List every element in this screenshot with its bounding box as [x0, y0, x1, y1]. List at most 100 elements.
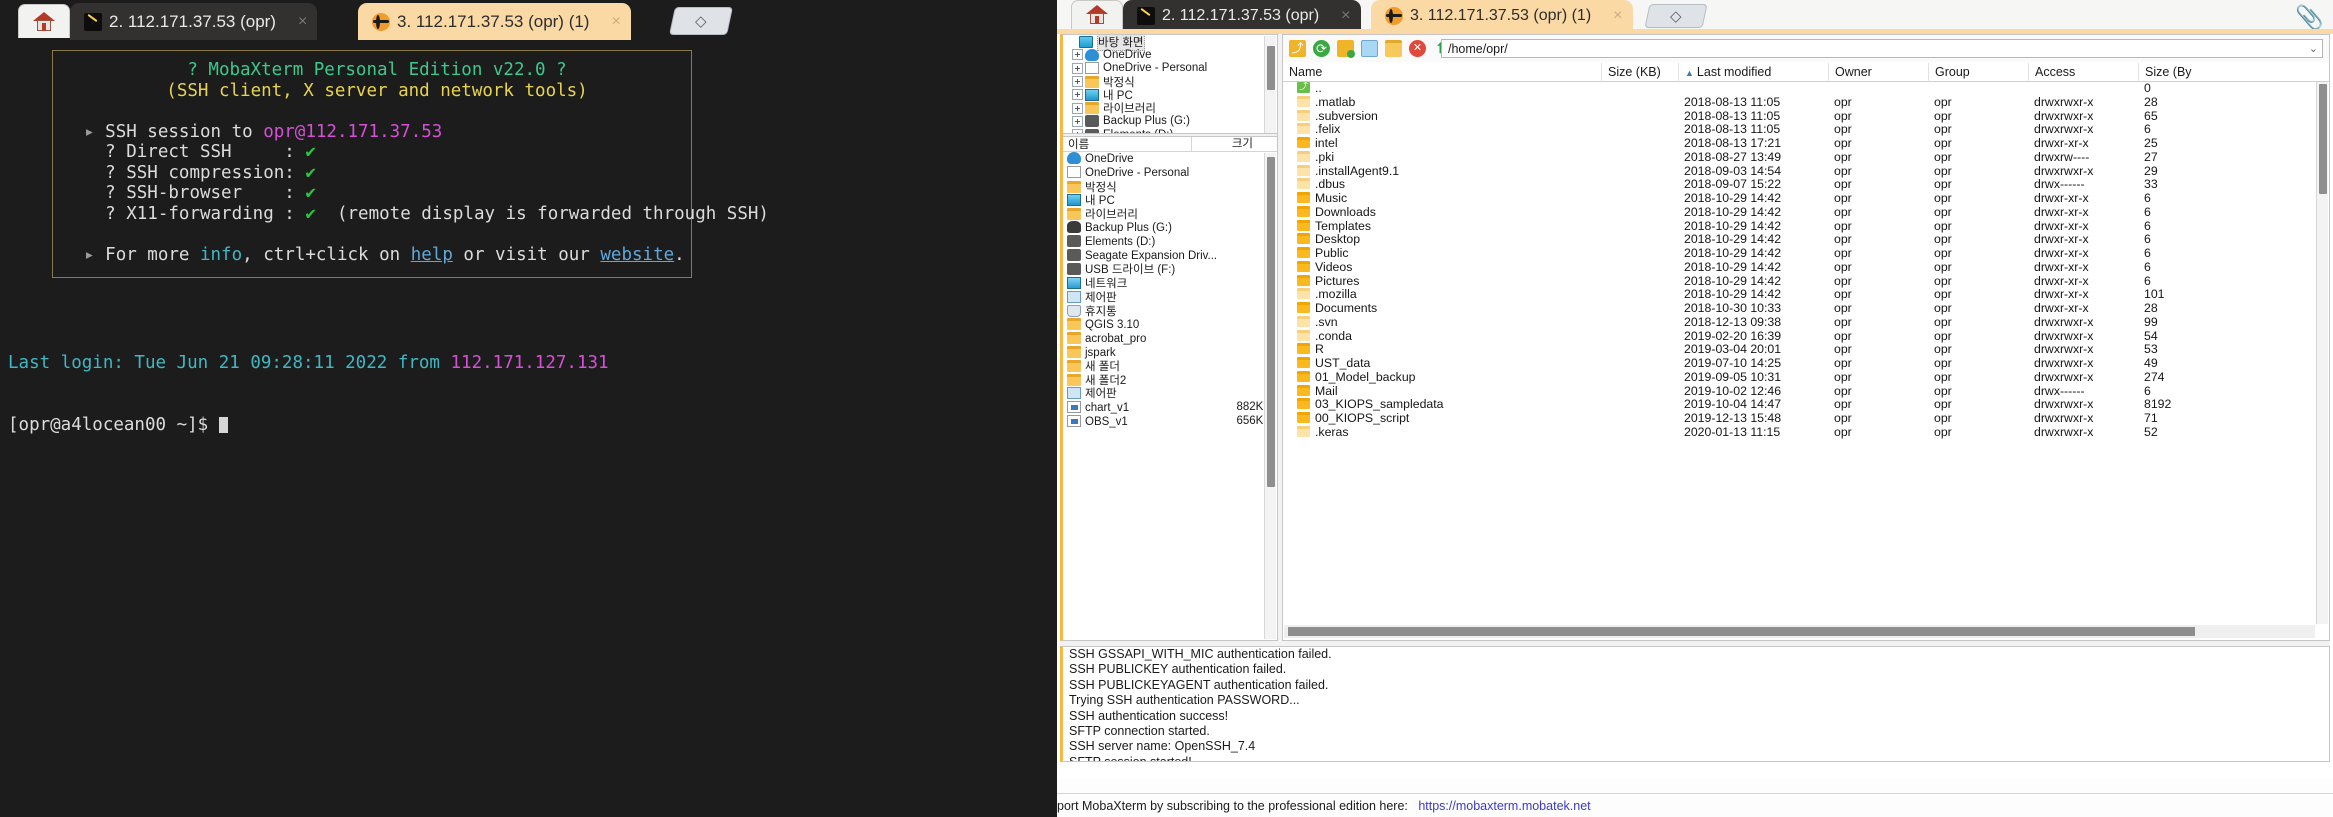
expand-icon[interactable] [1072, 115, 1083, 127]
column-header-access[interactable]: Access [2028, 63, 2138, 82]
chevron-down-icon[interactable]: ⌄ [2309, 40, 2318, 58]
table-row[interactable]: Downloads 2018-10-29 14:42 opr opr drwxr-xr-… [1283, 204, 2329, 220]
tab-session-2[interactable]: 2. 112.171.37.53 (opr) × [1123, 0, 1361, 32]
cell-group: opr [1934, 328, 1952, 343]
tree-item[interactable]: 박정식 [1063, 75, 1277, 89]
table-row[interactable]: UST_data 2019-07-10 14:25 opr opr drwxrwxr-x… [1283, 356, 2329, 371]
tree-item[interactable]: OneDrive [1063, 48, 1277, 61]
paperclip-icon[interactable]: 📎 [2295, 4, 2324, 30]
list-item[interactable]: 제어판 [1063, 387, 1277, 400]
local-list-scrollbar[interactable] [1264, 153, 1276, 639]
new-folder-icon[interactable] [1337, 40, 1355, 58]
home-tab[interactable] [18, 4, 70, 38]
table-row[interactable]: R 2019-03-04 20:01 opr opr drwxrwxr-x 53 [1283, 342, 2329, 357]
expand-icon[interactable] [1072, 49, 1083, 61]
table-row[interactable]: .. 0 [1283, 82, 2329, 96]
table-row[interactable]: Public 2018-10-29 14:42 opr opr drwxr-xr-x 6 [1283, 246, 2329, 261]
table-row[interactable]: .pki 2018-08-27 13:49 opr opr drwxrw---- 27 [1283, 150, 2329, 165]
open-folder-icon[interactable] [1385, 40, 1402, 57]
table-row[interactable]: .dbus 2018-09-07 15:22 opr opr drwx------ 33 [1283, 177, 2329, 192]
table-row[interactable]: Documents 2018-10-30 10:33 opr opr drwxr-xr-… [1283, 301, 2329, 316]
table-row[interactable]: 01_Model_backup 2019-09-05 10:31 opr opr drw… [1283, 370, 2329, 385]
column-header-name[interactable]: Name [1283, 63, 1601, 82]
new-file-icon[interactable] [1361, 40, 1378, 57]
delete-icon[interactable] [1409, 40, 1426, 57]
tab-close-icon[interactable]: × [1341, 7, 1350, 25]
tab-session-2[interactable]: 2. 112.171.37.53 (opr) × [70, 3, 318, 40]
list-item[interactable]: Elements (D:) [1063, 235, 1277, 249]
remote-list-scrollbar[interactable] [2316, 82, 2328, 624]
refresh-icon[interactable] [1313, 40, 1330, 57]
expand-icon[interactable] [1072, 76, 1083, 88]
tree-item[interactable]: Backup Plus (G:) [1063, 115, 1277, 128]
home-tab[interactable] [1071, 0, 1123, 29]
new-tab-button[interactable]: ◇ [669, 7, 733, 35]
cell-group: opr [1934, 177, 1952, 192]
table-row[interactable]: 00_KIOPS_script 2019-12-13 15:48 opr opr drw… [1283, 411, 2329, 426]
column-header-size_kb[interactable]: Size (KB) [1601, 63, 1678, 82]
table-row[interactable]: .felix 2018-08-13 11:05 opr opr drwxrwxr-x 6 [1283, 122, 2329, 137]
local-folder-tree[interactable]: 바탕 화면 OneDrive OneDrive - Personal 박정식 내 PC 라… [1063, 35, 1277, 133]
table-row[interactable]: Videos 2018-10-29 14:42 opr opr drwxr-xr-x 6 [1283, 260, 2329, 275]
table-row[interactable]: .keras 2020-01-13 11:15 opr opr drwxrwxr-x 52 [1283, 425, 2329, 440]
table-row[interactable]: .mozilla 2018-10-29 14:42 opr opr drwxr-xr-x… [1283, 287, 2329, 302]
table-row[interactable]: Mail 2019-10-02 12:46 opr opr drwx------ 6 [1283, 384, 2329, 399]
column-header-name[interactable]: 이름 [1063, 136, 1191, 152]
tab-close-icon[interactable]: × [298, 13, 307, 31]
mobaxterm-link[interactable]: https://mobaxterm.mobatek.net [1418, 799, 1590, 813]
table-row[interactable]: Desktop 2018-10-29 14:42 opr opr drwxr-xr-x 6 [1283, 232, 2329, 247]
path-input[interactable]: /home/opr/ ⌄ [1441, 39, 2323, 58]
table-row[interactable]: .svn 2018-12-13 09:38 opr opr drwxrwxr-x 99 [1283, 315, 2329, 330]
tree-item[interactable]: 바탕 화면 [1063, 35, 1277, 51]
tab-session-3[interactable]: 3. 112.171.37.53 (opr) (1) × [1371, 0, 1633, 32]
local-file-list[interactable]: OneDrive OneDrive - Personal 박정식 내 PC 라이브러리 B… [1063, 152, 1277, 640]
log-line: SFTP connection started. [1069, 724, 1210, 739]
list-item[interactable]: chart_v1 882KB [1063, 400, 1277, 414]
list-item[interactable]: acrobat_pro [1063, 331, 1277, 345]
list-item[interactable]: 라이브러리 [1063, 207, 1277, 221]
column-header-size_bytes[interactable]: Size (By [2138, 63, 2233, 82]
new-tab-button[interactable]: ◇ [1644, 4, 1708, 28]
session-prefix: SSH session to [105, 121, 264, 142]
tab-close-icon[interactable]: × [1613, 7, 1622, 25]
table-row[interactable]: intel 2018-08-13 17:21 opr opr drwxr-xr-x 25 [1283, 136, 2329, 151]
terminal-prompt-area[interactable]: Last login: Tue Jun 21 09:28:11 2022 fro… [8, 312, 609, 476]
column-header-group[interactable]: Group [1928, 63, 2028, 82]
column-header-modified[interactable]: ▲ Last modified [1678, 63, 1828, 82]
table-row[interactable]: 03_KIOPS_sampledata 2019-10-04 14:47 opr op… [1283, 397, 2329, 412]
list-item[interactable]: 휴지통 [1063, 304, 1277, 318]
table-row[interactable]: .conda 2019-02-20 16:39 opr opr drwxrwxr-x 54 [1283, 328, 2329, 344]
local-tree-scrollbar[interactable] [1264, 36, 1276, 133]
tree-item[interactable]: OneDrive - Personal [1063, 62, 1277, 75]
expand-icon[interactable] [1072, 89, 1083, 101]
list-item[interactable]: Backup Plus (G:) [1063, 221, 1277, 235]
remote-file-list[interactable]: ..0.matlab2018-08-13 11:05oproprdrwxrwxr… [1283, 82, 2329, 618]
table-row[interactable]: .installAgent9.1 2018-09-03 14:54 opr opr dr… [1283, 164, 2329, 179]
tab-session-3[interactable]: 3. 112.171.37.53 (opr) (1) × [358, 3, 631, 40]
sftp-log-panel[interactable]: SSH GSSAPI_WITH_MIC authentication faile… [1060, 646, 2330, 762]
website-link[interactable]: website [600, 245, 674, 265]
cell-access: drwxr-xr-x [2034, 204, 2089, 219]
table-row[interactable]: Templates 2018-10-29 14:42 opr opr drwxr-xr-… [1283, 219, 2329, 234]
cell-name: R [1297, 342, 1615, 357]
table-row[interactable]: .subversion 2018-08-13 11:05 opr opr drwxrwx… [1283, 109, 2329, 124]
table-row[interactable]: .matlab 2018-08-13 11:05 opr opr drwxrwxr-x 2… [1283, 95, 2329, 110]
column-header-size[interactable]: 크기 [1191, 136, 1261, 152]
tab-close-icon[interactable]: × [611, 13, 620, 31]
terminal-output[interactable]: ? MobaXterm Personal Edition v22.0 ? (SS… [0, 40, 1057, 817]
expand-icon[interactable] [1072, 102, 1083, 114]
expand-icon[interactable] [1072, 62, 1083, 74]
list-item[interactable]: OneDrive [1063, 152, 1277, 166]
parent-folder-icon[interactable] [1289, 40, 1306, 57]
cell-size_kb [1607, 398, 1684, 412]
help-link[interactable]: help [411, 245, 453, 265]
remote-horizontal-scrollbar[interactable] [1284, 625, 2315, 638]
table-row[interactable]: Music 2018-10-29 14:42 opr opr drwxr-xr-x 6 [1283, 191, 2329, 206]
column-header-owner[interactable]: Owner [1828, 63, 1928, 82]
tree-item[interactable]: 라이브러리 [1063, 101, 1277, 115]
list-item[interactable]: QGIS 3.10 [1063, 317, 1277, 332]
list-item[interactable]: OBS_v1 656KB [1063, 414, 1277, 428]
tab-label: 2. 112.171.37.53 (opr) [109, 11, 276, 31]
table-row[interactable]: Pictures 2018-10-29 14:42 opr opr drwxr-xr-x… [1283, 274, 2329, 289]
tree-item[interactable]: 내 PC [1063, 88, 1277, 102]
